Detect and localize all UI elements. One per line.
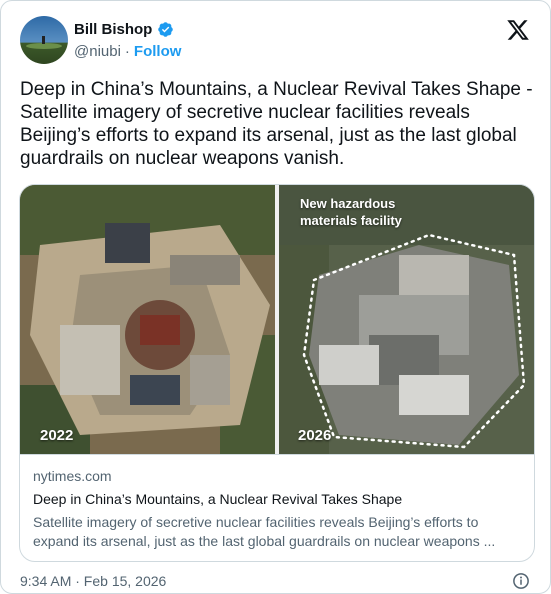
x-logo-icon[interactable]: [506, 18, 530, 42]
avatar[interactable]: [20, 16, 68, 64]
author-name-row: Bill Bishop: [74, 21, 174, 38]
year-label-right: 2026: [298, 427, 332, 444]
link-description: Satellite imagery of secretive nuclear f…: [33, 514, 496, 549]
author-handle[interactable]: @niubi: [74, 43, 121, 60]
tweet-text: Deep in China’s Mountains, a Nuclear Rev…: [20, 79, 533, 169]
tweet-card: Bill Bishop @niubi · Follow Deep in Chin…: [0, 0, 551, 594]
link-domain: nytimes.com: [33, 468, 112, 484]
avatar-image: [20, 16, 68, 64]
year-label-left: 2022: [40, 427, 74, 444]
link-meta: nytimes.com Deep in China’s Mountains, a…: [20, 454, 534, 561]
handle-row: @niubi · Follow: [74, 43, 181, 60]
link-card[interactable]: New hazardous materials facility 2022 20…: [19, 184, 535, 562]
satellite-comparison-image: New hazardous materials facility 2022 20…: [20, 185, 534, 454]
link-title: Deep in China’s Mountains, a Nuclear Rev…: [33, 491, 403, 507]
verified-badge-icon: [158, 22, 174, 37]
author-name[interactable]: Bill Bishop: [74, 21, 152, 38]
timestamp[interactable]: 9:34 AM · Feb 15, 2026: [20, 573, 166, 589]
annotation-label: New hazardous materials facility: [300, 196, 402, 228]
follow-button[interactable]: Follow: [134, 43, 182, 60]
separator-dot: ·: [124, 43, 130, 60]
satellite-image-2022: [20, 185, 275, 454]
info-icon[interactable]: [512, 572, 530, 590]
